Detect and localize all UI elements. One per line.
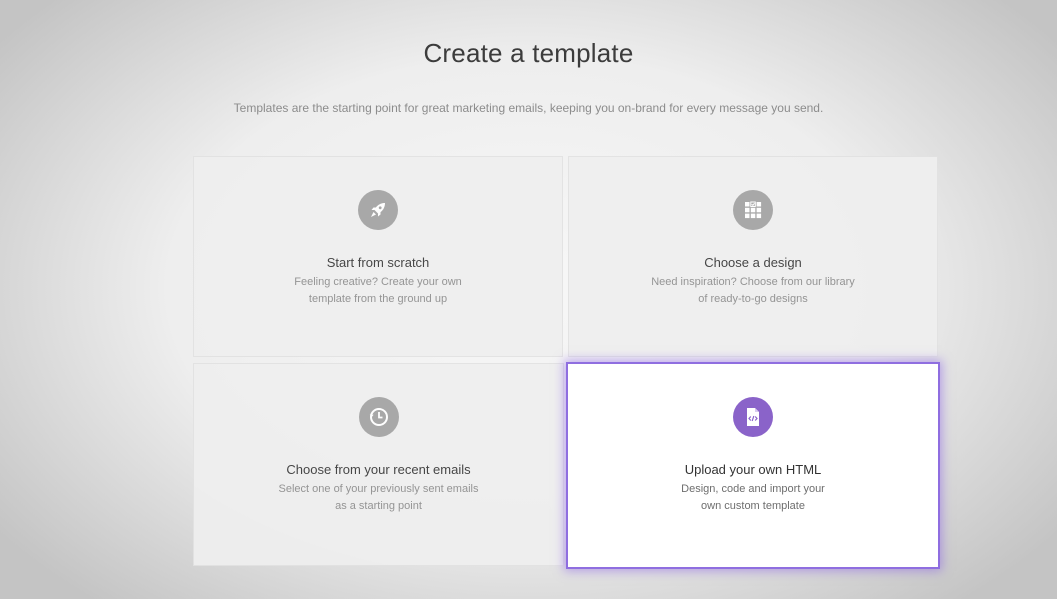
card-description: Design, code and import your own custom …	[568, 481, 938, 515]
code-file-icon	[733, 397, 773, 437]
card-description-line: Need inspiration? Choose from our librar…	[651, 276, 855, 288]
card-title: Start from scratch	[326, 255, 430, 270]
card-description-line: Design, code and import your	[681, 483, 825, 495]
rocket-icon	[358, 190, 398, 230]
card-description-line: Select one of your previously sent email…	[278, 483, 479, 495]
choose-design-card[interactable]: Choose a design Need inspiration? Choose…	[568, 156, 938, 357]
recent-emails-card[interactable]: Choose from your recent emails Select on…	[193, 363, 564, 566]
card-title: Choose from your recent emails	[286, 462, 471, 477]
card-description-line: template from the ground up	[308, 293, 448, 305]
clock-history-icon	[358, 397, 399, 437]
start-from-scratch-card[interactable]: Start from scratch Feeling creative? Cre…	[193, 156, 563, 357]
card-description-line: of ready-to-go designs	[698, 293, 808, 305]
card-description-line: Feeling creative? Create your own	[294, 276, 462, 288]
upload-html-card[interactable]: Upload your own HTML Design, code and im…	[566, 362, 940, 569]
card-description-line: own custom template	[701, 500, 805, 512]
page-subtitle: Templates are the starting point for gre…	[233, 101, 824, 115]
card-description-line: as a starting point	[335, 500, 422, 512]
card-description: Feeling creative? Create your own templa…	[194, 274, 562, 308]
card-description: Select one of your previously sent email…	[194, 481, 563, 515]
card-title: Choose a design	[704, 255, 802, 270]
design-grid-icon	[733, 190, 773, 230]
card-title: Upload your own HTML	[684, 462, 822, 477]
card-description: Need inspiration? Choose from our librar…	[569, 274, 937, 308]
page-title: Create a template	[423, 38, 634, 68]
